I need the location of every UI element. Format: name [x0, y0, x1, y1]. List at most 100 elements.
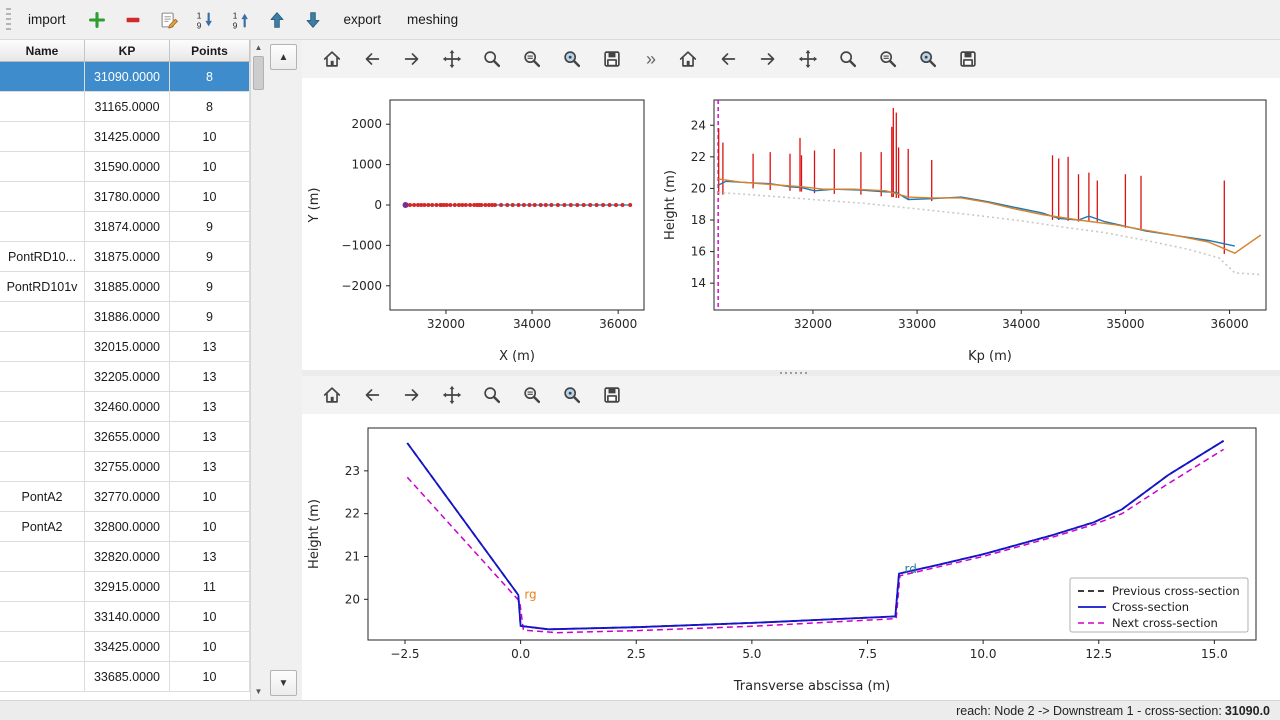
pan-button[interactable]: [438, 45, 466, 73]
save-button[interactable]: [954, 45, 982, 73]
points-cell[interactable]: 8: [170, 62, 250, 91]
forward-button[interactable]: [398, 45, 426, 73]
table-row[interactable]: 33140.000010: [0, 602, 250, 632]
kp-cell[interactable]: 31780.0000: [85, 182, 170, 211]
table-row[interactable]: 31090.00008: [0, 62, 250, 92]
name-cell[interactable]: [0, 542, 85, 571]
plan-view-chart[interactable]: 320003400036000200010000−1000−2000X (m)Y…: [302, 78, 658, 370]
remove-button[interactable]: [119, 6, 147, 34]
name-cell[interactable]: [0, 362, 85, 391]
table-row[interactable]: PontRD10...31875.00009: [0, 242, 250, 272]
cross-section-chart[interactable]: −2.50.02.55.07.510.012.515.020212223Tran…: [302, 414, 1280, 700]
table-row[interactable]: 31780.000010: [0, 182, 250, 212]
name-cell[interactable]: PontRD101v: [0, 272, 85, 301]
table-row[interactable]: 32915.000011: [0, 572, 250, 602]
zoom-button[interactable]: [478, 45, 506, 73]
table-row[interactable]: 31590.000010: [0, 152, 250, 182]
save-button[interactable]: [598, 381, 626, 409]
points-cell[interactable]: 9: [170, 212, 250, 241]
points-cell[interactable]: 13: [170, 452, 250, 481]
points-cell[interactable]: 9: [170, 302, 250, 331]
kp-cell[interactable]: 31875.0000: [85, 242, 170, 271]
zoom-button[interactable]: [478, 381, 506, 409]
points-cell[interactable]: 10: [170, 512, 250, 541]
kp-cell[interactable]: 31090.0000: [85, 62, 170, 91]
points-cell[interactable]: 13: [170, 392, 250, 421]
home-button[interactable]: [318, 45, 346, 73]
kp-cell[interactable]: 31874.0000: [85, 212, 170, 241]
scroll-thumb[interactable]: [253, 56, 264, 90]
kp-cell[interactable]: 32460.0000: [85, 392, 170, 421]
points-cell[interactable]: 10: [170, 662, 250, 691]
toolbar-grip-icon[interactable]: [6, 8, 11, 32]
name-cell[interactable]: [0, 572, 85, 601]
table-row[interactable]: 32655.000013: [0, 422, 250, 452]
subplots-button[interactable]: [518, 45, 546, 73]
meshing-button[interactable]: meshing: [398, 7, 467, 32]
back-button[interactable]: [714, 45, 742, 73]
save-button[interactable]: [598, 45, 626, 73]
table-row[interactable]: 32205.000013: [0, 362, 250, 392]
name-cell[interactable]: [0, 302, 85, 331]
name-cell[interactable]: [0, 62, 85, 91]
name-cell[interactable]: PontA2: [0, 512, 85, 541]
points-cell[interactable]: 13: [170, 332, 250, 361]
sort-down-button[interactable]: 19: [191, 6, 219, 34]
home-button[interactable]: [674, 45, 702, 73]
points-cell[interactable]: 10: [170, 182, 250, 211]
subplots-button[interactable]: [874, 45, 902, 73]
points-cell[interactable]: 10: [170, 122, 250, 151]
kp-cell[interactable]: 32755.0000: [85, 452, 170, 481]
table-row[interactable]: 32755.000013: [0, 452, 250, 482]
name-cell[interactable]: [0, 92, 85, 121]
kp-cell[interactable]: 32655.0000: [85, 422, 170, 451]
points-cell[interactable]: 9: [170, 242, 250, 271]
kp-cell[interactable]: 33140.0000: [85, 602, 170, 631]
points-cell[interactable]: 13: [170, 362, 250, 391]
kp-cell[interactable]: 32800.0000: [85, 512, 170, 541]
kp-cell[interactable]: 31885.0000: [85, 272, 170, 301]
longitudinal-profile-chart[interactable]: 3200033000340003500036000141618202224Kp …: [658, 78, 1280, 370]
points-cell[interactable]: 10: [170, 152, 250, 181]
name-cell[interactable]: PontA2: [0, 482, 85, 511]
table-row[interactable]: 33425.000010: [0, 632, 250, 662]
customize-button[interactable]: [558, 45, 586, 73]
table-row[interactable]: 31874.00009: [0, 212, 250, 242]
add-button[interactable]: [83, 6, 111, 34]
back-button[interactable]: [358, 45, 386, 73]
kp-cell[interactable]: 32915.0000: [85, 572, 170, 601]
kp-cell[interactable]: 31425.0000: [85, 122, 170, 151]
name-cell[interactable]: [0, 452, 85, 481]
table-row[interactable]: 32015.000013: [0, 332, 250, 362]
name-cell[interactable]: [0, 182, 85, 211]
scroll-down-button[interactable]: ▼: [251, 684, 266, 699]
points-cell[interactable]: 10: [170, 602, 250, 631]
kp-cell[interactable]: 32205.0000: [85, 362, 170, 391]
kp-cell[interactable]: 32015.0000: [85, 332, 170, 361]
toolbar-overflow-icon[interactable]: »: [646, 49, 656, 70]
table-scrollbar[interactable]: ▲ ▼: [250, 40, 266, 700]
panel-down-button[interactable]: ▼: [270, 670, 297, 696]
import-button[interactable]: import: [19, 7, 75, 32]
kp-cell[interactable]: 31165.0000: [85, 92, 170, 121]
table-row[interactable]: 31165.00008: [0, 92, 250, 122]
points-cell[interactable]: 13: [170, 542, 250, 571]
pan-button[interactable]: [794, 45, 822, 73]
name-cell[interactable]: [0, 122, 85, 151]
sort-up-button[interactable]: 19: [227, 6, 255, 34]
kp-cell[interactable]: 31886.0000: [85, 302, 170, 331]
column-header-name[interactable]: Name: [0, 40, 85, 61]
table-row[interactable]: PontA232770.000010: [0, 482, 250, 512]
export-button[interactable]: export: [335, 7, 391, 32]
customize-button[interactable]: [914, 45, 942, 73]
name-cell[interactable]: [0, 392, 85, 421]
points-cell[interactable]: 11: [170, 572, 250, 601]
table-row[interactable]: 31425.000010: [0, 122, 250, 152]
panel-up-button[interactable]: ▲: [270, 44, 297, 70]
name-cell[interactable]: [0, 422, 85, 451]
column-header-kp[interactable]: KP: [85, 40, 170, 61]
kp-cell[interactable]: 33685.0000: [85, 662, 170, 691]
name-cell[interactable]: PontRD10...: [0, 242, 85, 271]
table-row[interactable]: PontA232800.000010: [0, 512, 250, 542]
table-row[interactable]: 32820.000013: [0, 542, 250, 572]
